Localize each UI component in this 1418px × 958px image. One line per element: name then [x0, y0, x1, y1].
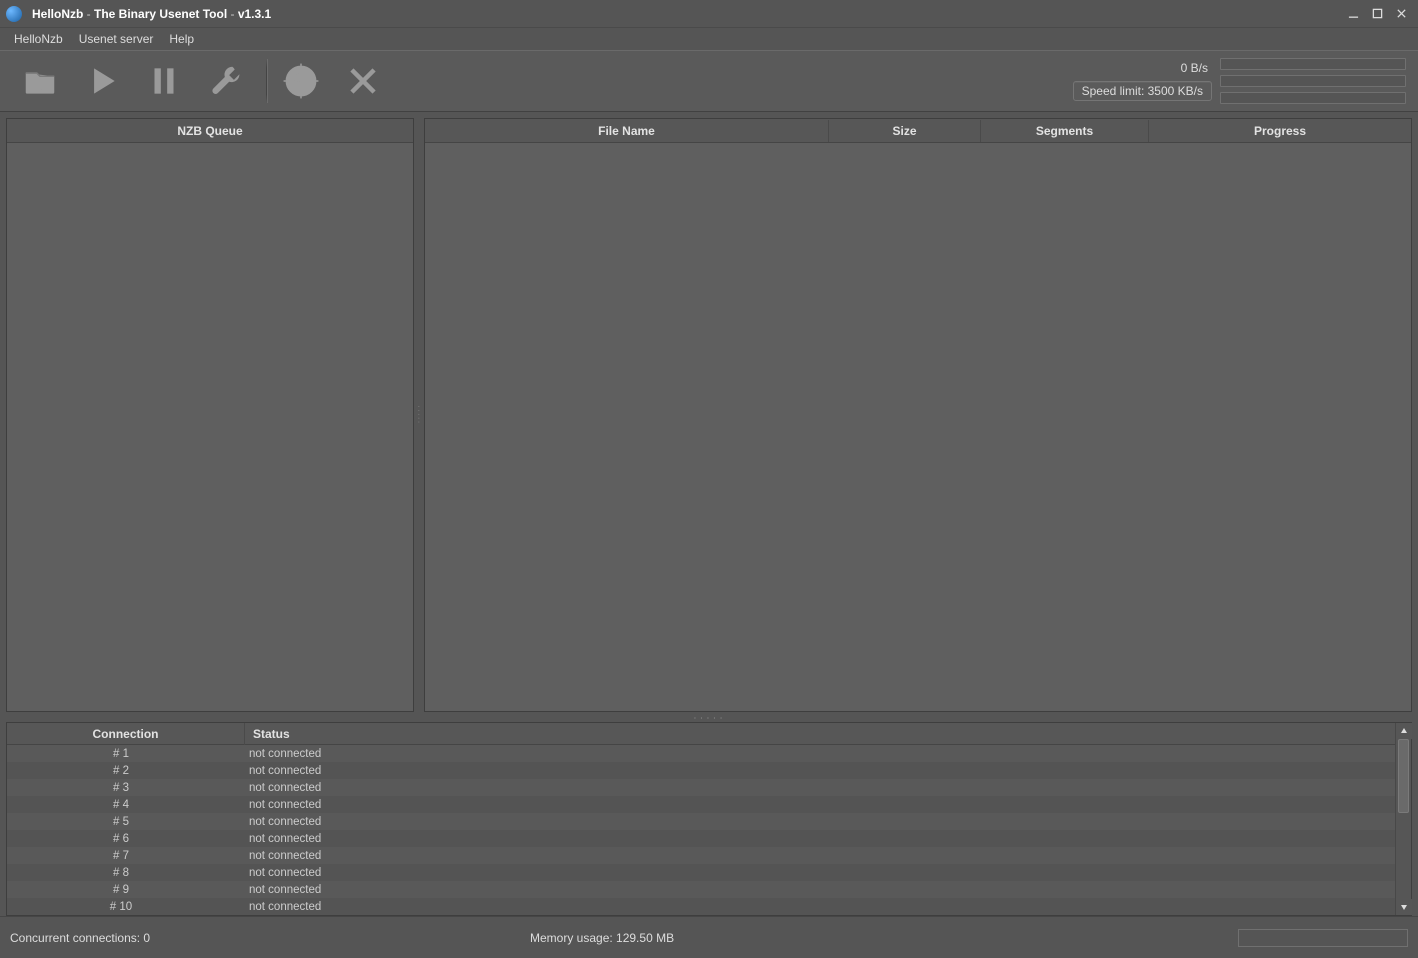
chevron-up-icon [1400, 727, 1408, 735]
connection-row[interactable]: # 9not connected [7, 881, 1395, 898]
connection-id: # 3 [7, 782, 245, 794]
speed-limit-button[interactable]: Speed limit: 3500 KB/s [1073, 81, 1212, 101]
connection-id: # 8 [7, 867, 245, 879]
title-app: HelloNzb [32, 7, 83, 21]
connection-status: not connected [245, 833, 1395, 845]
toolbar-separator [266, 59, 267, 103]
connection-status: not connected [245, 799, 1395, 811]
vertical-splitter[interactable] [414, 118, 424, 712]
queue-header-row: NZB Queue [7, 119, 413, 143]
connection-row[interactable]: # 1not connected [7, 745, 1395, 762]
title-desc: The Binary Usenet Tool [94, 7, 227, 21]
col-connection[interactable]: Connection [7, 723, 245, 745]
connections-header-row: Connection Status [7, 723, 1395, 745]
col-status[interactable]: Status [245, 723, 1395, 745]
nzb-queue-panel: NZB Queue [6, 118, 414, 712]
connection-id: # 6 [7, 833, 245, 845]
play-icon [83, 62, 121, 100]
connection-id: # 2 [7, 765, 245, 777]
connection-status: not connected [245, 850, 1395, 862]
col-progress[interactable]: Progress [1149, 120, 1411, 142]
statusbar: Concurrent connections: 0 Memory usage: … [0, 916, 1418, 958]
scroll-up-button[interactable] [1396, 723, 1412, 739]
connection-row[interactable]: # 10not connected [7, 898, 1395, 915]
progress-meters [1220, 58, 1406, 104]
connections-scrollbar[interactable] [1395, 723, 1411, 915]
connection-id: # 10 [7, 901, 245, 913]
menu-help[interactable]: Help [161, 30, 202, 48]
connection-row[interactable]: # 7not connected [7, 847, 1395, 864]
connection-status: not connected [245, 884, 1395, 896]
title-version: v1.3.1 [238, 7, 271, 21]
meter-bar-1 [1220, 58, 1406, 70]
connection-id: # 4 [7, 799, 245, 811]
connection-id: # 5 [7, 816, 245, 828]
col-filename[interactable]: File Name [425, 120, 829, 142]
col-segments[interactable]: Segments [981, 120, 1149, 142]
svg-text:100%: 100% [294, 79, 308, 85]
connection-status: not connected [245, 765, 1395, 777]
connection-status: not connected [245, 782, 1395, 794]
files-header-row: File Name Size Segments Progress [425, 119, 1411, 143]
speed-gauge-button[interactable]: 100% [273, 53, 329, 109]
speed-display: 0 B/s Speed limit: 3500 KB/s [1073, 61, 1212, 101]
scroll-thumb[interactable] [1398, 739, 1409, 813]
connection-id: # 9 [7, 884, 245, 896]
window-titlebar: HelloNzb - The Binary Usenet Tool - v1.3… [0, 0, 1418, 28]
files-panel: File Name Size Segments Progress [424, 118, 1412, 712]
cancel-button[interactable] [335, 53, 391, 109]
wrench-icon [207, 62, 245, 100]
connection-row[interactable]: # 3not connected [7, 779, 1395, 796]
status-memory: Memory usage: 129.50 MB [530, 931, 1238, 945]
connection-row[interactable]: # 4not connected [7, 796, 1395, 813]
maximize-button[interactable] [1366, 4, 1388, 24]
status-concurrent: Concurrent connections: 0 [10, 931, 530, 945]
connection-row[interactable]: # 2not connected [7, 762, 1395, 779]
scroll-track[interactable] [1396, 739, 1411, 899]
app-icon [6, 6, 22, 22]
connections-body[interactable]: # 1not connected# 2not connected# 3not c… [7, 745, 1395, 915]
connection-row[interactable]: # 8not connected [7, 864, 1395, 881]
scroll-down-button[interactable] [1396, 899, 1412, 915]
pause-icon [145, 62, 183, 100]
connections-panel: Connection Status # 1not connected# 2not… [6, 722, 1412, 916]
meter-bar-3 [1220, 92, 1406, 104]
main-area: NZB Queue File Name Size Segments Progre… [0, 112, 1418, 712]
connection-id: # 7 [7, 850, 245, 862]
queue-body[interactable] [7, 143, 413, 711]
status-progressbar [1238, 929, 1408, 947]
col-size[interactable]: Size [829, 120, 981, 142]
folder-open-icon [21, 62, 59, 100]
play-button[interactable] [74, 53, 130, 109]
close-button[interactable] [1390, 4, 1412, 24]
connection-status: not connected [245, 816, 1395, 828]
connection-id: # 1 [7, 748, 245, 760]
open-folder-button[interactable] [12, 53, 68, 109]
toolbar: 100% 0 B/s Speed limit: 3500 KB/s [0, 50, 1418, 112]
speed-value: 0 B/s [1181, 61, 1212, 75]
gauge-icon: 100% [282, 62, 320, 100]
connection-status: not connected [245, 901, 1395, 913]
menu-hellonzb[interactable]: HelloNzb [6, 30, 71, 48]
connection-status: not connected [245, 748, 1395, 760]
menu-usenet-server[interactable]: Usenet server [71, 30, 162, 48]
menubar: HelloNzb Usenet server Help [0, 28, 1418, 50]
connection-status: not connected [245, 867, 1395, 879]
settings-button[interactable] [198, 53, 254, 109]
files-body[interactable] [425, 143, 1411, 711]
horizontal-splitter[interactable] [0, 712, 1418, 722]
pause-button[interactable] [136, 53, 192, 109]
connection-row[interactable]: # 6not connected [7, 830, 1395, 847]
minimize-button[interactable] [1342, 4, 1364, 24]
connection-row[interactable]: # 5not connected [7, 813, 1395, 830]
chevron-down-icon [1400, 903, 1408, 911]
queue-header[interactable]: NZB Queue [7, 120, 413, 142]
window-title: HelloNzb - The Binary Usenet Tool - v1.3… [32, 7, 271, 21]
cancel-icon [344, 62, 382, 100]
meter-bar-2 [1220, 75, 1406, 87]
